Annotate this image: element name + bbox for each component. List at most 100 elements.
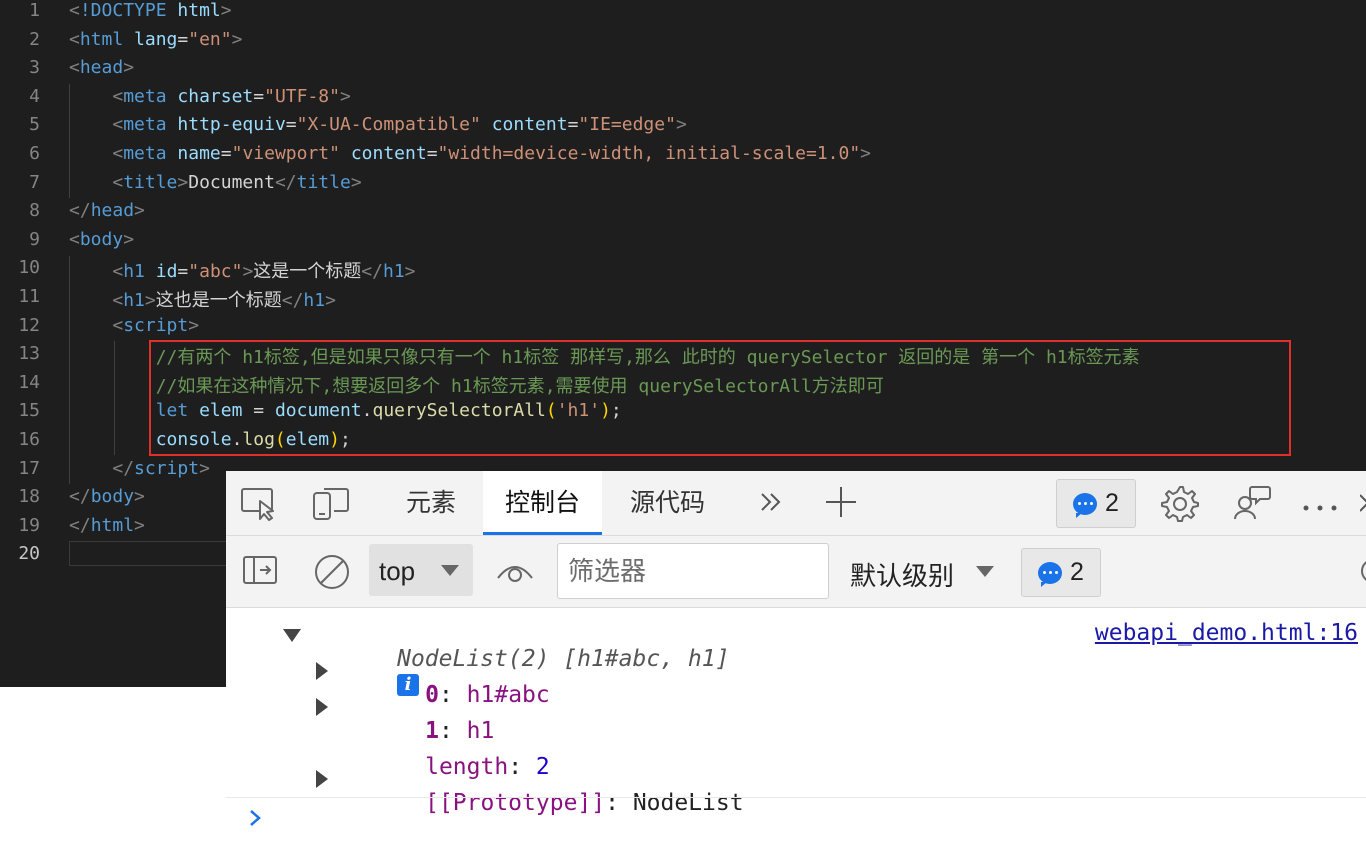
code-token: "en" xyxy=(188,28,232,50)
messages-badge[interactable]: 2 xyxy=(1021,548,1101,597)
indent-guide xyxy=(69,256,70,484)
console-prompt[interactable] xyxy=(226,797,1366,836)
code-token: > xyxy=(134,200,145,222)
code-token: > xyxy=(220,0,232,21)
code-line[interactable]: </head> xyxy=(69,200,145,221)
code-token: meta xyxy=(123,85,167,107)
code-token: > xyxy=(350,171,362,193)
line-number: 11 xyxy=(18,286,40,307)
line-number: 15 xyxy=(18,400,40,422)
expand-triangle-icon[interactable] xyxy=(316,662,328,680)
code-line[interactable]: <head> xyxy=(69,57,134,78)
code-token: < xyxy=(112,290,124,311)
chevron-down-icon xyxy=(976,566,994,577)
code-line[interactable]: <html lang="en"> xyxy=(69,29,242,50)
expand-triangle-icon[interactable] xyxy=(316,698,328,716)
code-line[interactable]: <body> xyxy=(69,229,134,250)
more-tabs-icon[interactable] xyxy=(758,489,784,515)
code-token: html xyxy=(79,28,124,50)
code-token: http-equiv xyxy=(177,114,286,136)
code-token: script xyxy=(123,314,189,336)
tab-sources[interactable]: 源代码 xyxy=(630,471,705,535)
add-tab-icon[interactable] xyxy=(824,485,858,519)
feedback-icon[interactable] xyxy=(1232,483,1272,523)
code-token: </ xyxy=(69,200,91,222)
code-token: title xyxy=(296,171,351,193)
code-line[interactable]: <h1>这也是一个标题</h1> xyxy=(69,286,336,312)
line-number: 3 xyxy=(29,57,40,79)
code-token: "width=device-width, initial-scale=1.0" xyxy=(437,143,861,164)
line-number: 14 xyxy=(18,371,40,393)
settings-gear-icon[interactable] xyxy=(1160,483,1200,523)
code-line[interactable]: <script> xyxy=(69,315,199,336)
code-line[interactable]: <h1 id="abc">这是一个标题</h1> xyxy=(69,257,415,283)
code-line[interactable]: <meta charset="UTF-8"> xyxy=(69,85,351,107)
close-devtools-icon[interactable] xyxy=(1359,491,1366,515)
clear-console-icon[interactable] xyxy=(314,554,350,590)
code-line[interactable]: <!DOCTYPE html> xyxy=(69,0,232,21)
code-token: head xyxy=(79,57,124,79)
code-token: > xyxy=(199,457,210,479)
filter-input[interactable] xyxy=(557,543,829,599)
inspect-element-icon[interactable] xyxy=(240,485,280,521)
code-token: > xyxy=(339,85,351,107)
console-settings-icon[interactable] xyxy=(1360,556,1366,586)
code-line[interactable]: </script> xyxy=(69,458,210,479)
code-token: < xyxy=(69,28,80,50)
line-number: 19 xyxy=(18,514,40,536)
code-token: "abc" xyxy=(188,261,243,283)
code-line[interactable]: </body> xyxy=(69,486,145,507)
current-line-highlight xyxy=(69,541,227,566)
context-select[interactable]: top xyxy=(369,544,473,596)
code-token: < xyxy=(69,228,80,250)
line-number: 1 xyxy=(29,0,40,21)
code-token: < xyxy=(69,0,80,21)
code-token: = xyxy=(426,143,438,164)
code-token: body xyxy=(90,486,135,508)
code-line[interactable]: </html> xyxy=(69,515,145,536)
line-number: 10 xyxy=(18,257,40,279)
code-token: < xyxy=(112,261,124,283)
log-levels-select[interactable]: 默认级别 xyxy=(850,548,1000,592)
chevron-down-icon xyxy=(441,565,459,576)
line-number: 16 xyxy=(18,429,40,450)
log-levels-label: 默认级别 xyxy=(850,561,955,591)
code-token: < xyxy=(69,57,80,79)
line-number: 18 xyxy=(18,486,40,508)
code-token: </ xyxy=(69,514,91,536)
tab-console[interactable]: 控制台 xyxy=(483,471,603,535)
issues-badge[interactable]: 2 xyxy=(1056,479,1136,528)
live-expression-eye-icon[interactable] xyxy=(496,558,534,586)
message-icon xyxy=(1038,562,1062,587)
code-token: 这也是一个标题 xyxy=(155,290,282,311)
indent-guide xyxy=(69,84,70,198)
code-token: > xyxy=(675,114,687,136)
device-emulation-icon[interactable] xyxy=(312,485,352,521)
code-token: </ xyxy=(112,457,135,479)
code-token: = xyxy=(567,114,579,136)
code-line[interactable]: <meta http-equiv="X-UA-Compatible" conte… xyxy=(69,114,687,136)
code-token: "X-UA-Compatible" xyxy=(296,114,481,136)
code-token: title xyxy=(123,171,178,193)
code-token: id xyxy=(155,261,178,283)
expand-triangle-icon[interactable] xyxy=(316,770,328,788)
tab-elements[interactable]: 元素 xyxy=(406,471,456,535)
code-token: Document xyxy=(188,171,275,193)
code-line[interactable]: <title>Document</title> xyxy=(69,171,362,193)
more-options-icon[interactable] xyxy=(1302,499,1338,511)
collapse-triangle-icon[interactable] xyxy=(283,629,301,642)
source-link[interactable]: webapi_demo.html:16 xyxy=(1095,620,1358,646)
code-line[interactable]: <meta name="viewport" content="width=dev… xyxy=(69,143,871,164)
toggle-sidebar-icon[interactable] xyxy=(242,554,280,588)
line-number: 13 xyxy=(18,343,40,365)
